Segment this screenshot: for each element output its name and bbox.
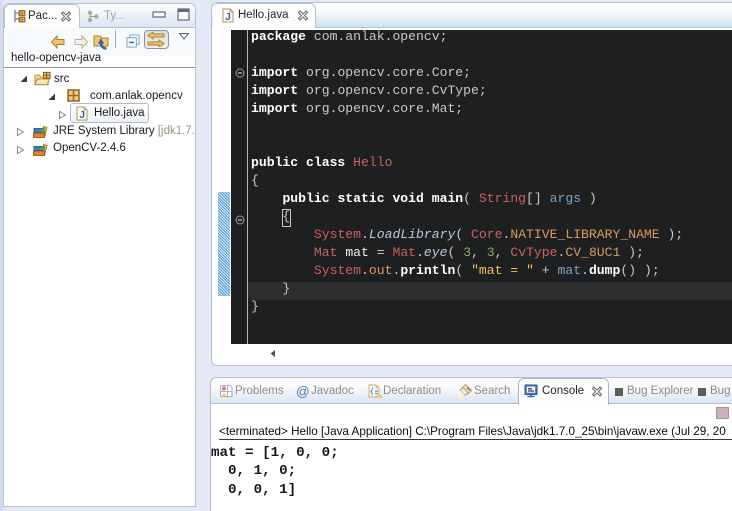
svg-text:J: J	[79, 109, 85, 121]
svg-text:J: J	[225, 11, 231, 23]
